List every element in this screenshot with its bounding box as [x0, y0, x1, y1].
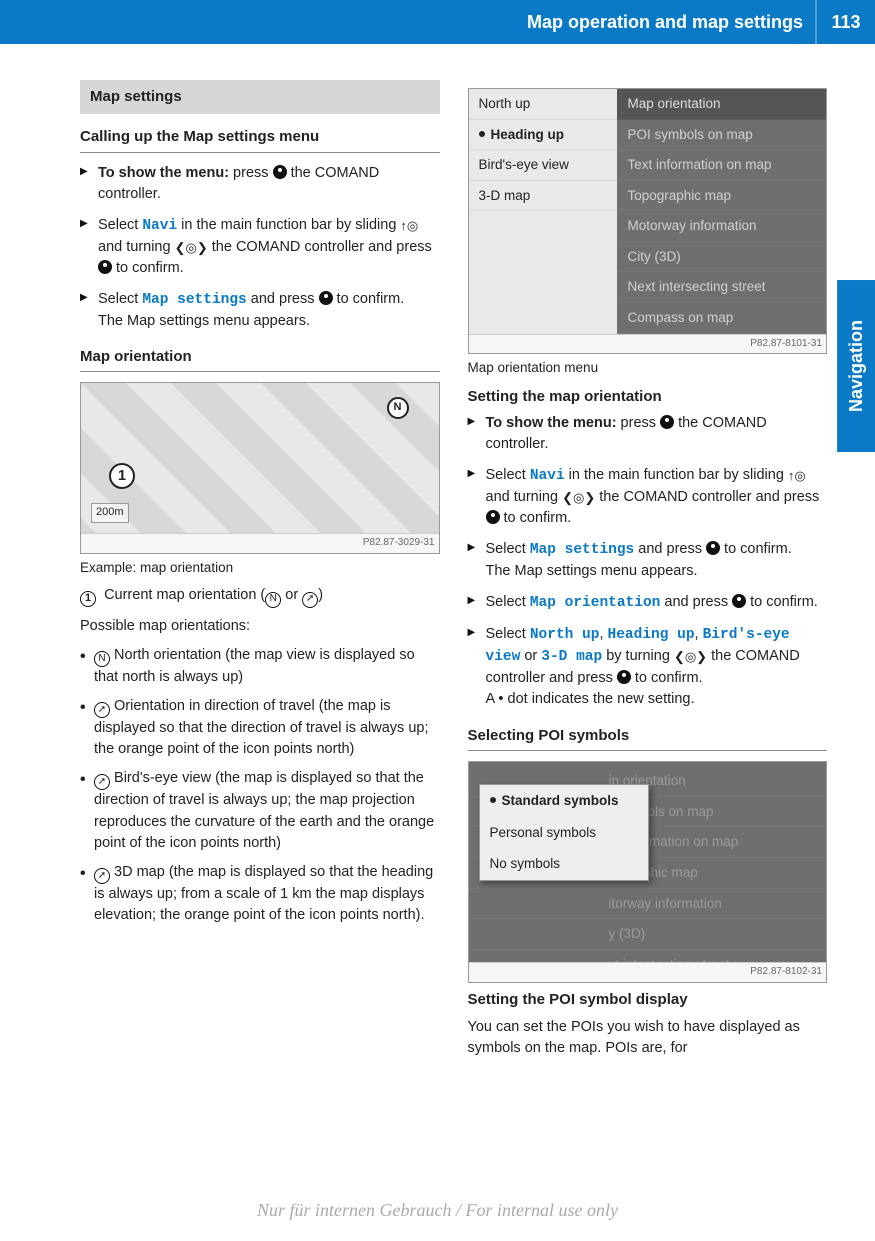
- steps-setting-orientation: To show the menu: press the COMAND contr…: [468, 413, 828, 710]
- list-item: ➚ 3D map (the map is displayed so that t…: [80, 862, 440, 926]
- press-icon: [486, 510, 500, 524]
- menu-item: City (3D): [617, 242, 826, 273]
- menu-right-pane: Map orientation POI symbols on map Text …: [617, 89, 826, 334]
- press-icon: [98, 260, 112, 274]
- press-icon: [617, 670, 631, 684]
- watermark: Nur für internen Gebrauch / For internal…: [0, 1197, 875, 1223]
- step: Select Map orientation and press to conf…: [468, 592, 828, 614]
- turn-icon: ❮◎❯: [674, 649, 707, 664]
- menu-option: Bird's-eye view: [469, 150, 618, 181]
- figure-credit: P82.87-8102-31: [469, 962, 827, 982]
- menu-left-pane: North up Heading up Bird's-eye view 3-D …: [469, 89, 618, 334]
- slide-icon: ↑◎: [788, 468, 806, 483]
- selection-dot-icon: [479, 131, 485, 137]
- slide-icon: ↑◎: [400, 218, 418, 233]
- menu-item-map-settings: Map settings: [142, 292, 246, 308]
- menu-item-navi: Navi: [142, 218, 177, 234]
- list-item: N North orientation (the map view is dis…: [80, 645, 440, 688]
- heading-map-orientation: Map orientation: [80, 346, 440, 373]
- figure-poi-body: ip orientation l symbols on map xt infor…: [469, 762, 827, 962]
- steps-calling-up: To show the menu: press the COMAND contr…: [80, 163, 440, 332]
- press-icon: [319, 291, 333, 305]
- press-icon: [706, 541, 720, 555]
- menu-item: Next intersecting street: [617, 272, 826, 303]
- list-item: ➚ Bird's-eye view (the map is displayed …: [80, 768, 440, 853]
- map-background: [81, 383, 439, 533]
- option-3d-map: 3-D map: [541, 649, 602, 665]
- step: Select Navi in the main function bar by …: [468, 465, 828, 529]
- press-icon: [732, 594, 746, 608]
- menu-item-navi: Navi: [530, 468, 565, 484]
- possible-orientations-label: Possible map orientations:: [80, 616, 440, 637]
- option-heading-up: Heading up: [608, 627, 695, 643]
- menu-item: Map orientation: [617, 89, 826, 120]
- menu-item: Text information on map: [617, 150, 826, 181]
- menu-item: Compass on map: [617, 303, 826, 334]
- header-title: Map operation and map settings: [527, 9, 815, 35]
- menu-option-selected: Standard symbols: [480, 785, 648, 817]
- right-column: North up Heading up Bird's-eye view 3-D …: [468, 80, 828, 1171]
- map-scale: 200m: [91, 503, 129, 523]
- figure-caption: Map orientation menu: [468, 358, 828, 378]
- section-heading-map-settings: Map settings: [80, 80, 440, 114]
- heading-selecting-poi: Selecting POI symbols: [468, 725, 828, 752]
- poi-description: You can set the POIs you wish to have di…: [468, 1017, 828, 1059]
- page-number: 113: [815, 0, 875, 44]
- step: Select Map settings and press to confirm…: [80, 289, 440, 332]
- menu-item: itorway information: [469, 889, 827, 920]
- figure-credit: P82.87-8101-31: [469, 334, 827, 354]
- press-icon: [660, 415, 674, 429]
- menu-option: No symbols: [480, 848, 648, 880]
- menu-option-selected: Heading up: [469, 120, 618, 151]
- step: Select Map settings and press to confirm…: [468, 539, 828, 582]
- heading-calling-up: Calling up the Map settings menu: [80, 126, 440, 153]
- step: To show the menu: press the COMAND contr…: [468, 413, 828, 455]
- menu-item: Motorway information: [617, 211, 826, 242]
- north-up-icon: N: [94, 651, 110, 667]
- north-indicator-icon: N: [387, 397, 409, 419]
- figure-map-example: N 1 200m P82.87-3029-31: [80, 382, 440, 554]
- content: Map settings Calling up the Map settings…: [80, 80, 827, 1171]
- figure-credit: P82.87-3029-31: [81, 533, 439, 553]
- step: To show the menu: press the COMAND contr…: [80, 163, 440, 205]
- list-item: ➚ Orientation in direction of travel (th…: [80, 696, 440, 760]
- heading-arrow-icon: ➚: [94, 702, 110, 718]
- header-bar: Map operation and map settings 113: [0, 0, 875, 44]
- selection-dot-icon: [490, 797, 496, 803]
- menu-option: North up: [469, 89, 618, 120]
- section-tab-navigation: Navigation: [837, 280, 875, 452]
- menu-item-map-orientation: Map orientation: [530, 595, 661, 611]
- menu-option: 3-D map: [469, 181, 618, 212]
- left-column: Map settings Calling up the Map settings…: [80, 80, 440, 1171]
- figure-caption: Example: map orientation: [80, 558, 440, 578]
- step-emphasis: To show the menu:: [98, 165, 229, 181]
- step: Select Navi in the main function bar by …: [80, 215, 440, 279]
- north-up-icon: N: [265, 592, 281, 608]
- heading-arrow-icon: ➚: [94, 868, 110, 884]
- heading-arrow-icon: ➚: [94, 774, 110, 790]
- step-emphasis: To show the menu:: [486, 415, 617, 431]
- menu-item-map-settings: Map settings: [530, 542, 634, 558]
- legend-line: 1 Current map orientation (N or ➚): [80, 585, 440, 607]
- poi-overlay-pane: Standard symbols Personal symbols No sym…: [479, 784, 649, 881]
- menu-item: Topographic map: [617, 181, 826, 212]
- figure-map-body: N 1 200m: [81, 383, 439, 533]
- orientation-list: N North orientation (the map view is dis…: [80, 645, 440, 926]
- turn-icon: ❮◎❯: [175, 240, 208, 255]
- heading-setting-poi-display: Setting the POI symbol display: [468, 989, 828, 1011]
- menu-option: Personal symbols: [480, 817, 648, 849]
- figure-poi-menu: ip orientation l symbols on map xt infor…: [468, 761, 828, 983]
- callout-number-1: 1: [80, 591, 96, 607]
- turn-icon: ❮◎❯: [562, 490, 595, 505]
- option-north-up: North up: [530, 627, 600, 643]
- figure-orientation-menu: North up Heading up Bird's-eye view 3-D …: [468, 88, 828, 354]
- heading-arrow-icon: ➚: [302, 592, 318, 608]
- press-icon: [273, 165, 287, 179]
- menu-item: POI symbols on map: [617, 120, 826, 151]
- menu-item: y (3D): [469, 919, 827, 950]
- heading-setting-orientation: Setting the map orientation: [468, 386, 828, 408]
- figure-menu-body: North up Heading up Bird's-eye view 3-D …: [469, 89, 827, 334]
- menu-item: xt intersecting street: [469, 950, 827, 963]
- step: Select North up, Heading up, Bird's-eye …: [468, 624, 828, 710]
